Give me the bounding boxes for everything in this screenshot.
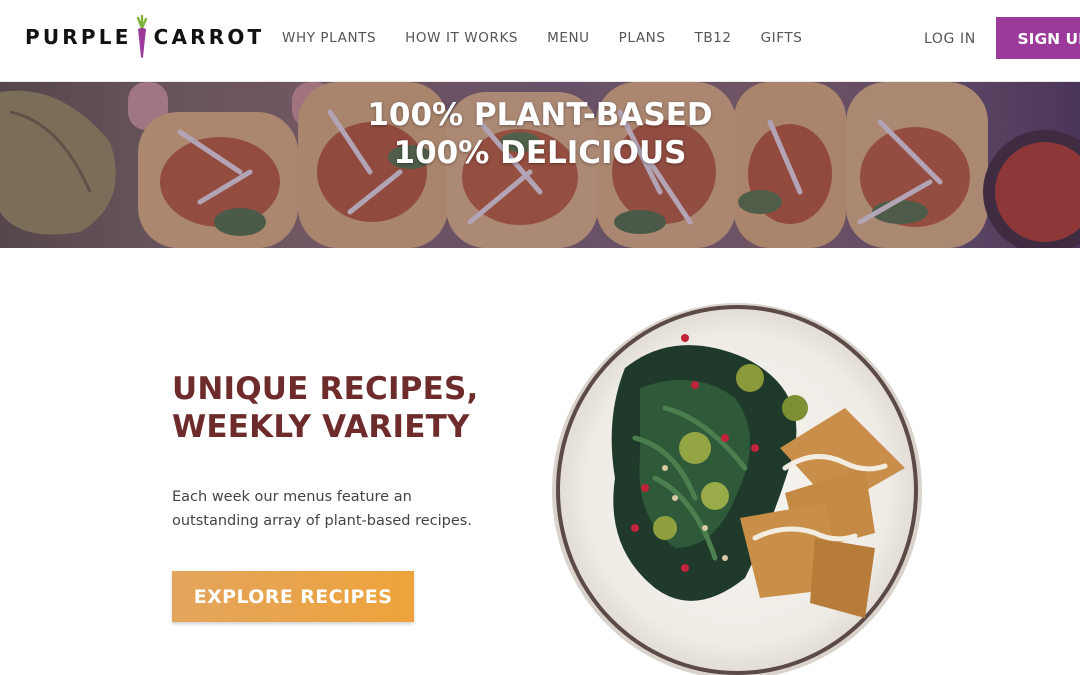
site-header: PURPLE CARROT WHY PLANTS HOW IT WORKS ME… [0, 0, 1080, 82]
nav-gifts[interactable]: GIFTS [761, 29, 803, 47]
signup-button[interactable]: SIGN UP [996, 17, 1080, 59]
feature-title: UNIQUE RECIPES, WEEKLY VARIETY [172, 370, 532, 446]
feature-title-line-2: WEEKLY VARIETY [172, 409, 470, 445]
hero-line-1: 100% PLANT-BASED [367, 97, 713, 133]
logo-word-carrot: CARROT [153, 25, 265, 49]
hero-banner: 100% PLANT-BASED 100% DELICIOUS [0, 82, 1080, 248]
nav-menu[interactable]: MENU [547, 29, 590, 47]
nav-plans[interactable]: PLANS [619, 29, 666, 47]
carrot-icon [136, 14, 147, 58]
purple-carrot-logo[interactable]: PURPLE CARROT [25, 14, 264, 60]
nav-why-plants[interactable]: WHY PLANTS [282, 29, 376, 47]
explore-recipes-button[interactable]: EXPLORE RECIPES [172, 571, 414, 622]
login-link[interactable]: LOG IN [924, 30, 976, 48]
nav-how-it-works[interactable]: HOW IT WORKS [405, 29, 518, 47]
hero-line-2: 100% DELICIOUS [393, 135, 687, 171]
nav-tb12[interactable]: TB12 [695, 29, 732, 47]
dish-image [552, 303, 922, 675]
feature-title-line-1: UNIQUE RECIPES, [172, 371, 479, 407]
hero-headline: 100% PLANT-BASED 100% DELICIOUS [290, 96, 790, 172]
main-nav: WHY PLANTS HOW IT WORKS MENU PLANS TB12 … [282, 29, 831, 47]
feature-description: Each week our menus feature an outstandi… [172, 489, 472, 529]
logo-word-purple: PURPLE [25, 25, 132, 49]
